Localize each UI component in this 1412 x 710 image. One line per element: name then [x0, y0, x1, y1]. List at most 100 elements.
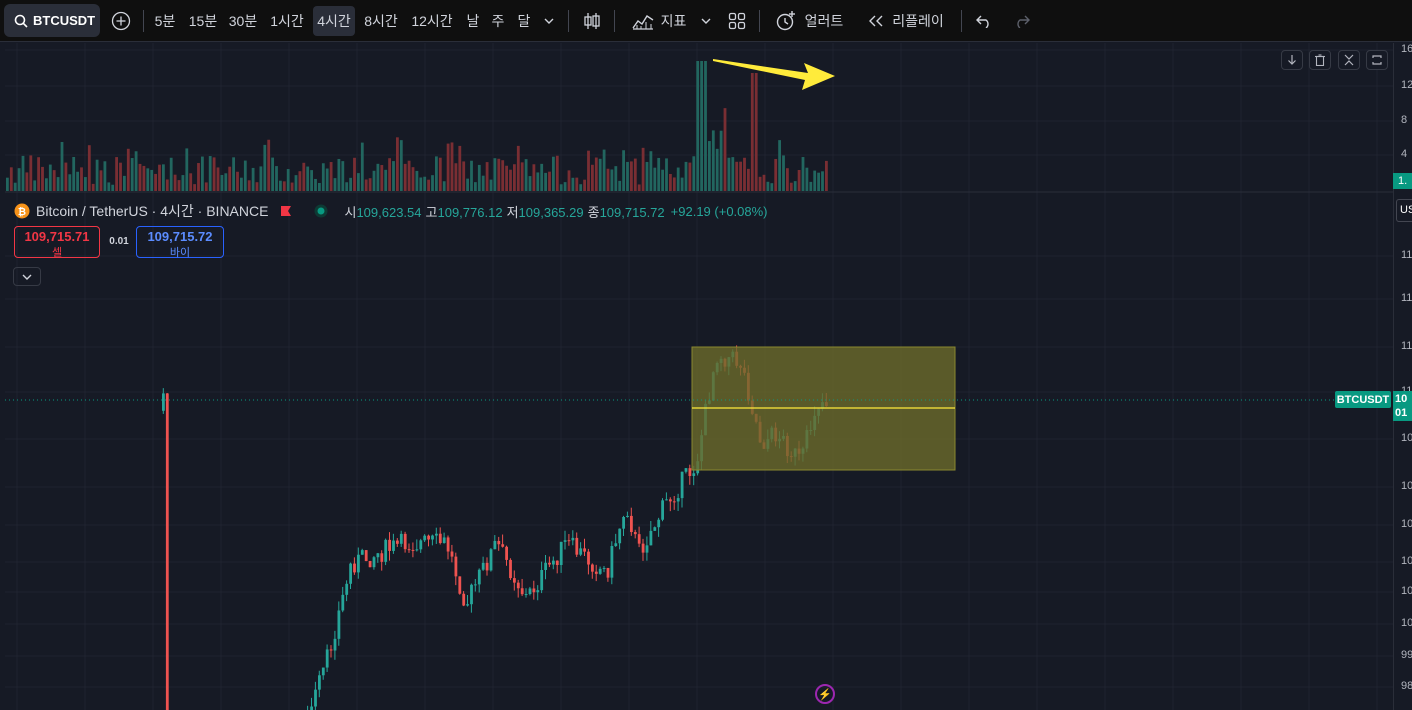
- alert-button[interactable]: 얼러트: [768, 6, 850, 36]
- interval-dropdown-button[interactable]: [538, 6, 560, 36]
- interval-30m[interactable]: 30분: [225, 6, 261, 36]
- ohlc-low: 저109,365.29: [507, 202, 584, 221]
- open-label: 시: [344, 204, 357, 220]
- replay-button[interactable]: 리플레이: [860, 6, 952, 36]
- interval-8h[interactable]: 8시간: [360, 6, 402, 36]
- interval-15m[interactable]: 15분: [185, 6, 221, 36]
- price-axis-tick: 10: [1401, 480, 1412, 492]
- volume-axis-tick: 16: [1401, 43, 1412, 55]
- candles-icon: [584, 13, 600, 29]
- indicators-dropdown-button[interactable]: [696, 6, 716, 36]
- series-legend: ₿ Bitcoin / TetherUS · 4시간 · BINANCE 시10…: [14, 201, 768, 221]
- high-label: 고: [425, 204, 438, 220]
- price-axis-tick: 10: [1401, 585, 1412, 597]
- sell-button[interactable]: 109,715.71 셀: [14, 226, 100, 259]
- interval-1h[interactable]: 1시간: [266, 6, 308, 36]
- lightning-button[interactable]: ⚡: [815, 684, 835, 704]
- price-axis-tick: 10: [1401, 555, 1412, 567]
- buy-price: 109,715.72: [147, 229, 213, 244]
- maximize-pane-button[interactable]: [1366, 50, 1388, 70]
- close-label: 종: [587, 204, 600, 220]
- indicators-button[interactable]: 지표: [624, 6, 694, 36]
- trash-icon: [1315, 54, 1325, 66]
- price-axis-tick: 98: [1401, 680, 1412, 692]
- price-axis-tick: 11: [1401, 249, 1412, 261]
- toolbar-separator: [614, 10, 615, 32]
- delete-pane-button[interactable]: [1309, 50, 1331, 70]
- alert-clock-icon: [776, 11, 795, 31]
- interval-4h[interactable]: 4시간: [313, 6, 355, 36]
- price-axis-tick: 99: [1401, 649, 1412, 661]
- price-axis-tick: 10: [1401, 617, 1412, 629]
- price-axis-tick: 10: [1401, 518, 1412, 530]
- low-value: 109,365.29: [518, 204, 584, 220]
- layout-button[interactable]: [724, 6, 750, 36]
- price-axis-tick: 11: [1401, 340, 1412, 352]
- annotation-layer: [5, 59, 1393, 471]
- symbol-price-tag: BTCUSDT: [1335, 391, 1391, 408]
- high-value: 109,776.12: [437, 204, 503, 220]
- undo-button[interactable]: [970, 6, 998, 36]
- change-value: +92.19 (+0.08%): [670, 203, 768, 219]
- move-pane-down-button[interactable]: [1281, 50, 1303, 70]
- maximize-icon: [1372, 55, 1382, 65]
- price-axis[interactable]: 16 12 8 4 11 11 11 11 10 10 10 10 10 10 …: [1393, 43, 1412, 710]
- spread-value: 0.01: [109, 236, 129, 247]
- interval-12h[interactable]: 12시간: [407, 6, 457, 36]
- legend-title[interactable]: Bitcoin / TetherUS · 4시간 · BINANCE: [36, 201, 268, 221]
- interval-5m[interactable]: 5분: [151, 6, 179, 36]
- volume-axis-tick: 8: [1401, 114, 1408, 126]
- chevron-down-icon: [22, 274, 32, 280]
- ohlc-high: 고109,776.12: [426, 202, 503, 221]
- toolbar-separator: [568, 10, 569, 32]
- replay-label: 리플레이: [892, 13, 944, 29]
- lightning-icon: ⚡: [818, 688, 832, 701]
- sell-label: 셀: [51, 247, 63, 259]
- collapse-pane-button[interactable]: [1338, 50, 1360, 70]
- sell-price: 109,715.71: [24, 229, 90, 244]
- plus-circle-icon: [111, 11, 131, 31]
- price-axis-tick: 10: [1401, 432, 1412, 444]
- symbol-search-button[interactable]: BTCUSDT: [4, 4, 100, 37]
- ohlc-close: 종109,715.72: [588, 202, 665, 221]
- svg-text:₿: ₿: [18, 206, 26, 218]
- alert-label: 얼러트: [804, 13, 844, 29]
- compare-symbol-button[interactable]: [108, 6, 134, 36]
- flag-icon[interactable]: [280, 205, 292, 217]
- chart-type-button[interactable]: [578, 6, 606, 36]
- annotation-arrow[interactable]: [713, 59, 835, 90]
- last-price-line1: 10: [1395, 393, 1408, 405]
- last-price-line2: 01: [1395, 407, 1408, 419]
- buy-button[interactable]: 109,715.72 바이: [136, 226, 224, 259]
- volume-last-label: 1.: [1393, 173, 1412, 189]
- collapse-icon: [1344, 54, 1354, 66]
- chevron-down-icon: [701, 18, 711, 24]
- legend-collapse-button[interactable]: [13, 267, 41, 286]
- search-icon: [14, 14, 28, 28]
- currency-button[interactable]: US: [1396, 199, 1412, 222]
- download-icon: [1288, 55, 1296, 65]
- volume-axis-tick: 12: [1401, 79, 1412, 91]
- bitcoin-icon: ₿: [14, 203, 30, 219]
- symbol-label: BTCUSDT: [33, 13, 96, 28]
- ohlc-open: 시109,623.54: [344, 202, 421, 221]
- interval-day[interactable]: 날: [462, 6, 484, 36]
- toolbar-separator: [961, 10, 962, 32]
- interval-month[interactable]: 달: [513, 6, 535, 36]
- buy-label: 바이: [169, 247, 191, 259]
- chart-pane[interactable]: [5, 43, 1393, 710]
- undo-icon: [976, 15, 989, 28]
- price-axis-tick: 11: [1401, 292, 1412, 304]
- live-dot-icon: [314, 204, 328, 218]
- open-value: 109,623.54: [356, 204, 422, 220]
- close-value: 109,715.72: [599, 204, 665, 220]
- indicators-icon: [632, 15, 653, 30]
- low-label: 저: [506, 204, 519, 220]
- indicators-label: 지표: [660, 13, 687, 29]
- volume-axis-tick: 4: [1401, 148, 1408, 160]
- toolbar-separator: [759, 10, 760, 32]
- redo-button[interactable]: [1008, 6, 1036, 36]
- last-price-tag: 10 01: [1393, 391, 1412, 421]
- interval-week[interactable]: 주: [487, 6, 509, 36]
- chevron-down-icon: [544, 18, 554, 24]
